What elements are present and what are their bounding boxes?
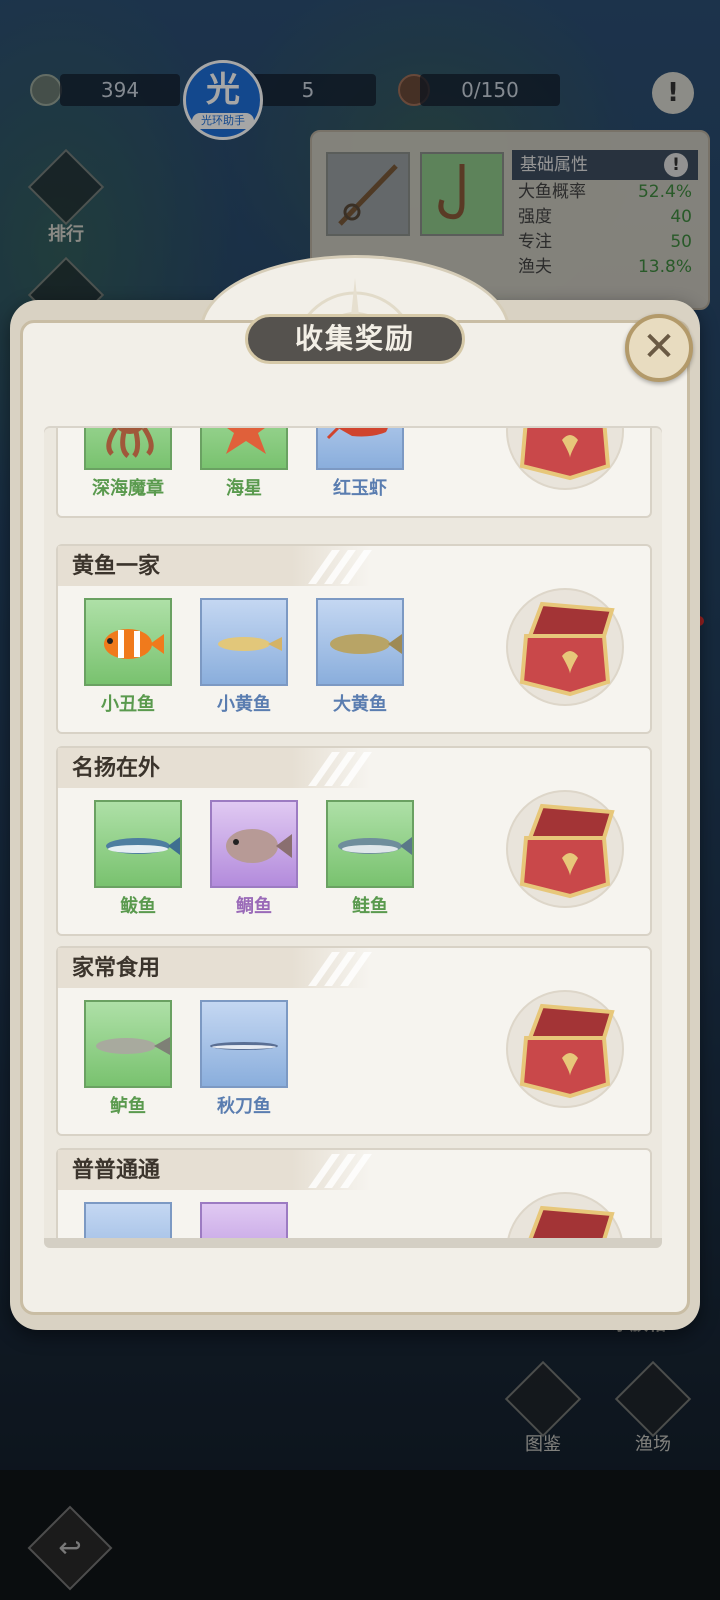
fish-name: 秋刀鱼	[217, 1096, 271, 1117]
header-stripes	[290, 952, 372, 986]
fish-tile[interactable]	[326, 800, 414, 888]
fish-tile[interactable]	[210, 800, 298, 888]
reward-chest-button[interactable]	[506, 588, 624, 706]
fish-name: 深海魔章	[92, 478, 164, 499]
fish-tile[interactable]	[84, 428, 172, 470]
treasure-chest-icon	[519, 1003, 615, 1099]
treasure-chest-icon	[519, 803, 615, 899]
fish-tile[interactable]	[316, 428, 404, 470]
treasure-chest-icon	[519, 428, 611, 481]
treasure-chest-icon	[519, 601, 615, 697]
fish-name: 鲅鱼	[120, 896, 156, 917]
fish-name: 鲈鱼	[110, 1096, 146, 1117]
fish-tile[interactable]	[200, 428, 288, 470]
header-stripes	[290, 752, 372, 786]
fish-tile[interactable]	[84, 598, 172, 686]
collection-group: 黄鱼一家 小丑鱼 小黄鱼 大黄鱼	[56, 544, 652, 734]
fish-name: 海星	[226, 478, 262, 499]
list-bottom-edge	[44, 1238, 662, 1248]
fish-name: 鲷鱼	[236, 896, 272, 917]
header-stripes	[290, 1154, 372, 1188]
fish-name: 大黄鱼	[333, 694, 387, 715]
header-stripes	[290, 550, 372, 584]
fish-tile[interactable]	[94, 800, 182, 888]
collection-group: 深海魔章 海星 红玉虾	[56, 428, 652, 518]
collection-group: 名扬在外 鲅鱼 鲷鱼 鲑鱼	[56, 746, 652, 936]
fish-tile[interactable]	[200, 1000, 288, 1088]
fish-tile[interactable]	[84, 1000, 172, 1088]
collection-list[interactable]: 深海魔章 海星 红玉虾 黄鱼一家 小丑鱼 小黄鱼 大黄鱼 名扬在外 鲅鱼 鲷鱼 鲑鱼 家常食用 鲈鱼 秋刀…	[44, 428, 662, 1248]
dialog-title: 收集奖励	[245, 314, 465, 364]
collection-group: 普普通通	[56, 1148, 652, 1248]
fish-name: 鲑鱼	[352, 896, 388, 917]
fish-name: 小丑鱼	[101, 694, 155, 715]
reward-chest-button[interactable]	[506, 990, 624, 1108]
fish-name: 小黄鱼	[217, 694, 271, 715]
fish-tile[interactable]	[200, 598, 288, 686]
reward-chest-button[interactable]	[506, 790, 624, 908]
collection-group: 家常食用 鲈鱼 秋刀鱼	[56, 946, 652, 1136]
fish-name: 红玉虾	[333, 478, 387, 499]
fish-tile[interactable]	[316, 598, 404, 686]
close-button[interactable]: ✕	[625, 314, 693, 382]
reward-chest-button[interactable]	[506, 428, 624, 490]
